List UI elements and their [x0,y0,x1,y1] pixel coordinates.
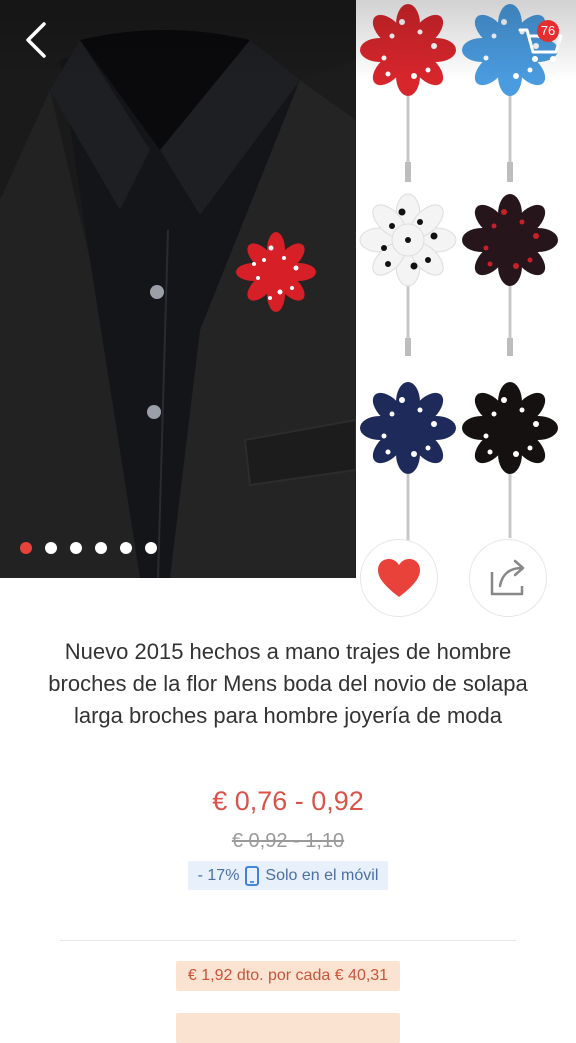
gallery-dot[interactable] [20,542,32,554]
mobile-discount-tag: - 17% Solo en el móvil [188,861,388,890]
chevron-left-icon [26,22,46,58]
gallery-dot[interactable] [70,542,82,554]
gallery-dot[interactable] [45,542,57,554]
cart-count-badge: 76 [537,20,559,42]
gallery-pagination [20,542,157,558]
gallery-dot[interactable] [120,542,132,554]
original-price: € 0,92 - 1,10 [231,830,345,852]
back-button[interactable] [18,18,58,62]
gallery-dot[interactable] [95,542,107,554]
share-icon [490,559,525,596]
share-button[interactable] [469,539,547,617]
divider [60,940,516,941]
phone-icon [245,865,260,886]
product-title: Nuevo 2015 hechos a mano trajes de hombr… [48,639,528,728]
store-coupon[interactable] [176,1013,400,1043]
price-range: € 0,76 - 0,92 [212,786,364,816]
gallery-dot[interactable] [145,542,157,554]
favorite-button[interactable] [360,539,438,617]
store-coupon[interactable]: € 1,92 dto. por cada € 40,31 [176,961,400,991]
product-photo [0,0,576,578]
heart-icon [378,559,420,597]
product-image-gallery[interactable]: 76 [0,0,576,578]
discount-percent: - 17% [197,866,240,884]
mobile-only-label: Solo en el móvil [265,866,379,884]
